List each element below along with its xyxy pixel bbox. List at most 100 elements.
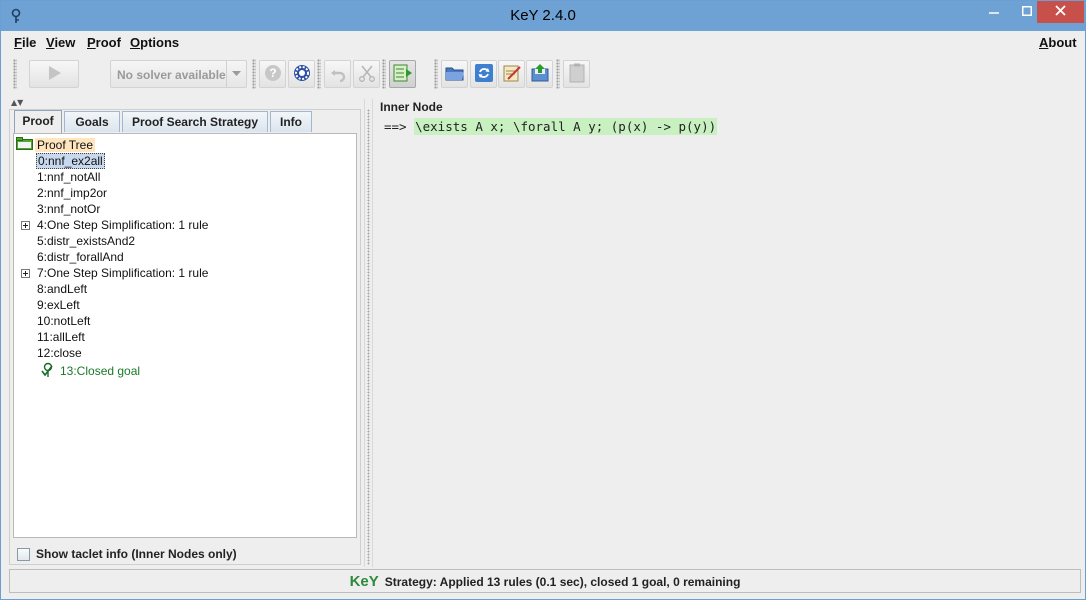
edit-icon [502, 63, 522, 86]
tree-node-label: 11:allLeft [37, 330, 85, 344]
svg-text:?: ? [269, 66, 276, 80]
tree-node-label: 1:nnf_notAll [37, 170, 101, 184]
tree-node-label: 0:nnf_ex2all [36, 153, 105, 169]
close-icon [1055, 5, 1066, 19]
status-text: Strategy: Applied 13 rules (0.1 sec), cl… [384, 574, 741, 589]
menu-about[interactable]: About [1039, 35, 1077, 50]
open-button[interactable] [441, 60, 468, 88]
closed-goal-icon [40, 362, 56, 382]
maximize-icon [1022, 5, 1032, 19]
menu-view[interactable]: View [46, 35, 75, 50]
toggle-goal-view-button[interactable] [389, 60, 416, 88]
split-divider-grip[interactable] [367, 109, 370, 565]
minimize-button[interactable] [971, 1, 1017, 23]
menu-file-mnemonic: F [14, 35, 22, 50]
toolbar-grip[interactable] [317, 59, 321, 89]
reload-button[interactable] [470, 60, 497, 88]
tab-proof[interactable]: Proof [14, 110, 62, 133]
expand-icon[interactable] [21, 269, 30, 278]
tree-node-label: 13:Closed goal [60, 364, 141, 379]
tree-node[interactable]: 11:allLeft [37, 329, 85, 345]
show-taclet-info-toggle[interactable]: Show taclet info (Inner Nodes only) [17, 546, 237, 562]
tab-goals[interactable]: Goals [64, 111, 120, 132]
tree-node[interactable]: 7:One Step Simplification: 1 rule [37, 265, 208, 281]
chevron-down-icon [226, 61, 246, 87]
key-logo-icon: KeY [349, 573, 379, 590]
tab-info[interactable]: Info [270, 111, 312, 132]
solver-settings-button[interactable] [288, 60, 315, 88]
menu-about-mnemonic: A [1039, 35, 1049, 50]
title-bar: KeY 2.4.0 [1, 1, 1085, 31]
tab-proof-search-strategy[interactable]: Proof Search Strategy [122, 111, 268, 132]
sequent-view[interactable]: ==> \exists A x; \forall A y; (p(x) -> p… [384, 118, 718, 135]
solver-select[interactable]: No solver available [110, 60, 247, 88]
toolbar-grip[interactable] [434, 59, 438, 89]
tree-node-closed-goal[interactable]: 13:Closed goal [40, 362, 140, 378]
toolbar-grip[interactable] [252, 59, 256, 89]
solver-select-label: No solver available [117, 68, 226, 82]
proof-panel: Proof Goals Proof Search Strategy Info P… [9, 109, 361, 565]
tree-node[interactable]: 3:nnf_notOr [37, 201, 100, 217]
start-auto-mode-button[interactable] [29, 60, 79, 88]
sequent-panel-title: Inner Node [380, 100, 443, 114]
tree-node-label: 10:notLeft [37, 314, 91, 328]
tree-node[interactable]: 2:nnf_imp2or [37, 185, 107, 201]
toolbar: No solver available ? [1, 53, 1085, 97]
tree-node-label: 6:distr_forallAnd [37, 250, 124, 264]
tree-node[interactable]: 1:nnf_notAll [37, 169, 100, 185]
minimize-icon [989, 5, 999, 19]
menu-proof-label: roof [95, 35, 121, 50]
tree-node[interactable]: 0:nnf_ex2all [36, 153, 105, 169]
save-button[interactable] [526, 60, 553, 88]
menu-file[interactable]: File [14, 35, 36, 50]
tree-node[interactable]: 5:distr_existsAnd2 [37, 233, 135, 249]
menu-proof[interactable]: Proof [87, 35, 121, 50]
gear-icon [292, 63, 312, 86]
tree-node[interactable]: 10:notLeft [37, 313, 90, 329]
prune-button[interactable] [353, 60, 380, 88]
play-icon [45, 64, 63, 85]
reload-icon [474, 63, 494, 86]
tree-node[interactable]: 9:exLeft [37, 297, 80, 313]
menu-view-label: iew [54, 35, 76, 50]
status-content: KeY Strategy: Applied 13 rules (0.1 sec),… [10, 573, 1080, 590]
expand-icon[interactable] [21, 221, 30, 230]
window-title: KeY 2.4.0 [510, 7, 576, 24]
proof-tree[interactable]: Proof Tree 0:nnf_ex2all 1:nnf_notAll 2:n… [13, 133, 357, 538]
toolbar-grip[interactable] [556, 59, 560, 89]
undo-button[interactable] [324, 60, 351, 88]
toolbar-grip[interactable] [13, 59, 17, 89]
menu-proof-mnemonic: P [87, 35, 96, 50]
maximize-button[interactable] [1017, 1, 1037, 23]
sequent-arrow: ==> [384, 119, 407, 134]
key-window: KeY 2.4.0 File View Proof Options About [0, 0, 1086, 600]
menu-options[interactable]: Options [130, 35, 179, 50]
solver-help-button[interactable]: ? [259, 60, 286, 88]
tree-node-label: 3:nnf_notOr [37, 202, 101, 216]
sequent-formula[interactable]: \exists A x; \forall A y; (p(x) -> p(y)) [414, 118, 718, 135]
question-icon: ? [264, 64, 282, 85]
menu-options-mnemonic: O [130, 35, 141, 50]
status-bar: KeY Strategy: Applied 13 rules (0.1 sec),… [9, 569, 1081, 593]
clipboard-button[interactable] [563, 60, 590, 88]
tree-root[interactable]: Proof Tree [16, 137, 96, 154]
menu-options-label: ptions [140, 35, 180, 50]
splitter-arrows-icon[interactable]: ▲▼ [11, 98, 23, 107]
tree-node[interactable]: 6:distr_forallAnd [37, 249, 124, 265]
tree-node-label: 2:nnf_imp2or [37, 186, 108, 200]
tree-node-label: 7:One Step Simplification: 1 rule [37, 266, 209, 280]
toolbar-grip[interactable] [382, 59, 386, 89]
clipboard-icon [568, 63, 586, 86]
tree-node[interactable]: 12:close [37, 345, 82, 361]
tree-node[interactable]: 8:andLeft [37, 281, 87, 297]
tree-node-label: 4:One Step Simplification: 1 rule [37, 218, 209, 232]
goal-list-icon [393, 64, 413, 85]
close-button[interactable] [1037, 1, 1084, 23]
tree-node-label: 12:close [37, 346, 82, 360]
edit-button[interactable] [498, 60, 525, 88]
tree-root-label: Proof Tree [35, 138, 96, 152]
folder-icon [16, 137, 33, 154]
show-taclet-info-label: Show taclet info (Inner Nodes only) [36, 547, 237, 561]
show-taclet-info-checkbox[interactable] [17, 547, 30, 561]
tree-node[interactable]: 4:One Step Simplification: 1 rule [37, 217, 208, 233]
